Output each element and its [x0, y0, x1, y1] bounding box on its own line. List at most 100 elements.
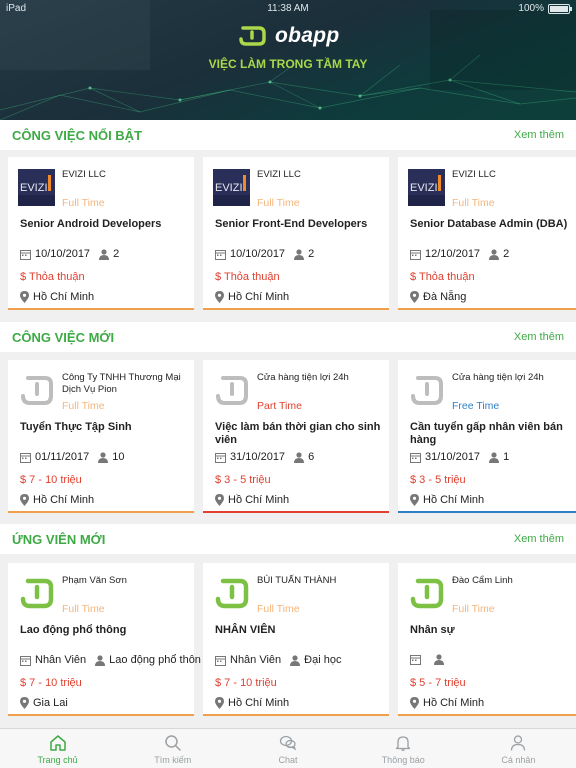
job-type: Full Time [62, 603, 105, 615]
location-pin-icon [410, 697, 419, 709]
vacancy-count: 6 [308, 451, 315, 463]
job-card[interactable]: Cửa hàng tiện lợi 24h Part Time Việc làm… [203, 360, 389, 513]
job-title: Senior Front-End Developers [215, 218, 368, 230]
desired-position: Lao động phổ thông [20, 624, 127, 636]
job-card[interactable]: Công Ty TNHH Thương Mại Dịch Vụ Pion Ful… [8, 360, 194, 513]
person-icon [290, 654, 301, 666]
candidate-card[interactable]: BÙI TUẤN THÀNH Full Time NHÂN VIÊN Nhân … [203, 563, 389, 716]
vacancy-count: 2 [503, 248, 510, 260]
tab-label: Trang chủ [37, 755, 78, 765]
job-location: Hồ Chí Minh [20, 291, 94, 303]
location-text: Hồ Chí Minh [423, 494, 485, 506]
job-title: Tuyển Thực Tập Sinh [20, 421, 132, 433]
job-card[interactable]: EVIZI EVIZI LLC Full Time Senior Android… [8, 157, 194, 310]
job-location: Đà Nẵng [410, 291, 466, 303]
tab-home[interactable]: Trang chủ [0, 729, 115, 768]
tab-search[interactable]: Tìm kiếm [115, 729, 230, 768]
bottom-tab-bar: Trang chủ Tìm kiếm Chat Thông báo Cá nhâ… [0, 728, 576, 768]
section-featured-jobs-header: CÔNG VIỆC NỔI BẬT Xem thêm [0, 120, 576, 150]
svg-text:EVIZI: EVIZI [410, 182, 438, 194]
battery-percent: 100% [518, 3, 544, 14]
job-title: Việc làm bán thời gian cho sinh viên [215, 421, 381, 446]
company-logo [411, 376, 443, 405]
see-more-link[interactable]: Xem thêm [514, 129, 564, 141]
job-meta: 31/10/2017 6 [215, 451, 314, 463]
education-level: Lao động phổ thôn [109, 654, 201, 666]
company-name: Công Ty TNHH Thương Mại Dịch Vụ Pion [62, 372, 181, 395]
home-icon [49, 735, 66, 751]
tab-chat[interactable]: Chat [230, 729, 345, 768]
job-type: Free Time [452, 400, 500, 412]
location-text: Hồ Chí Minh [33, 291, 95, 303]
calendar-icon [410, 249, 421, 260]
brand-name: obapp [274, 24, 340, 47]
person-icon [294, 248, 305, 260]
calendar-icon [20, 452, 31, 463]
salary: $ Thỏa thuận [410, 271, 475, 283]
post-date: 31/10/2017 [425, 451, 481, 463]
calendar-icon [215, 655, 226, 666]
job-card[interactable]: EVIZI EVIZI LLC Full Time Senior Databas… [398, 157, 576, 310]
candidate-meta: Nhân Viên Lao động phổ thôn [20, 654, 201, 666]
job-type: Full Time [452, 603, 495, 615]
location-text: Hồ Chí Minh [423, 697, 485, 709]
tab-profile[interactable]: Cá nhân [461, 729, 576, 768]
person-icon [99, 248, 110, 260]
bell-icon [396, 736, 411, 751]
user-icon [511, 735, 526, 751]
person-icon [95, 654, 106, 666]
job-meta: 12/10/2017 2 [410, 248, 509, 260]
job-card[interactable]: Cửa hàng tiện lợi 24h Free Time Cần tuyể… [398, 360, 576, 513]
location-pin-icon [20, 494, 29, 506]
post-date: 12/10/2017 [425, 248, 481, 260]
svg-text:EVIZI: EVIZI [215, 182, 243, 194]
expected-salary: $ 7 - 10 triệu [20, 677, 82, 689]
location-pin-icon [20, 291, 29, 303]
candidate-meta: Nhân Viên Đại học [215, 654, 341, 666]
job-location: Hồ Chí Minh [410, 494, 484, 506]
candidate-avatar [410, 578, 444, 609]
job-type: Full Time [257, 197, 300, 209]
desired-position: NHÂN VIÊN [215, 624, 276, 636]
search-icon [165, 735, 181, 751]
section-title: CÔNG VIỆC NỔI BẬT [12, 128, 143, 143]
calendar-icon [410, 452, 421, 463]
location-pin-icon [215, 697, 224, 709]
header-banner: iPad 11:38 AM 100% obapp VIỆC LÀM TRONG … [0, 0, 576, 120]
candidate-avatar [215, 578, 249, 609]
see-more-link[interactable]: Xem thêm [514, 331, 564, 343]
person-icon [98, 451, 109, 463]
job-card[interactable]: EVIZI EVIZI LLC Full Time Senior Front-E… [203, 157, 389, 310]
candidate-card[interactable]: Đào Cẩm Linh Full Time Nhân sự $ 5 - 7 t… [398, 563, 576, 716]
tab-notifications[interactable]: Thông báo [346, 729, 461, 768]
post-date: 01/11/2017 [35, 451, 90, 463]
calendar-icon [215, 452, 226, 463]
post-date: 10/10/2017 [35, 248, 91, 260]
location-text: Hồ Chí Minh [228, 697, 290, 709]
education-level: Đại học [304, 654, 342, 666]
candidate-card[interactable]: Phạm Văn Sơn Full Time Lao động phổ thôn… [8, 563, 201, 716]
location-text: Đà Nẵng [423, 291, 467, 303]
new-jobs-list: Công Ty TNHH Thương Mại Dịch Vụ Pion Ful… [0, 360, 576, 528]
clock: 11:38 AM [267, 3, 309, 14]
company-name: EVIZI LLC [452, 169, 496, 180]
vacancy-count: 2 [113, 248, 120, 260]
person-icon [434, 654, 444, 665]
job-location: Hồ Chí Minh [215, 291, 289, 303]
job-meta: 01/11/2017 10 [20, 451, 125, 463]
company-logo [216, 376, 248, 405]
location-text: Hồ Chí Minh [228, 291, 290, 303]
job-title: Senior Database Admin (DBA) [410, 218, 568, 230]
company-name: EVIZI LLC [257, 169, 301, 180]
job-meta: 10/10/2017 2 [215, 248, 314, 260]
calendar-icon [410, 655, 421, 665]
candidate-meta [410, 654, 448, 665]
section-new-candidates-header: ỨNG VIÊN MỚI Xem thêm [0, 524, 576, 554]
vacancy-count: 1 [503, 451, 510, 463]
svg-text:EVIZI: EVIZI [20, 182, 48, 194]
company-name: EVIZI LLC [62, 169, 106, 180]
featured-jobs-list: EVIZI EVIZI LLC Full Time Senior Android… [0, 157, 576, 325]
see-more-link[interactable]: Xem thêm [514, 533, 564, 545]
job-type: Part Time [257, 400, 302, 412]
job-meta: 10/10/2017 2 [20, 248, 119, 260]
